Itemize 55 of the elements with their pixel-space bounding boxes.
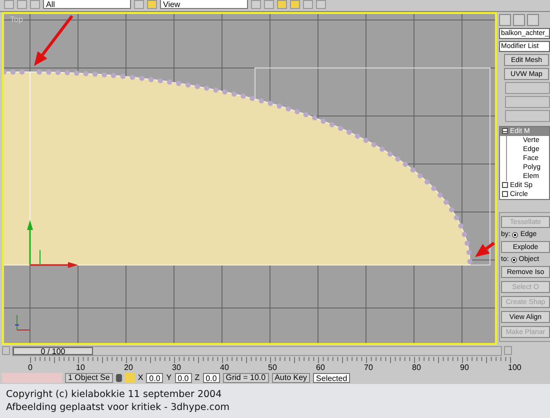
caption-line: Copyright (c) kielabokkie 11 september 2004 — [6, 388, 223, 401]
reference-coordinate-dropdown[interactable]: View — [160, 0, 248, 9]
coordinate-field[interactable]: 0.0 — [146, 372, 164, 383]
radio-button[interactable] — [510, 256, 517, 262]
panel-tab-icon[interactable] — [527, 14, 539, 26]
expand-icon[interactable] — [502, 182, 508, 188]
selection-filter-dropdown[interactable]: All — [43, 0, 131, 9]
previous-frame-button[interactable] — [2, 346, 10, 356]
expand-icon[interactable] — [502, 128, 508, 134]
transform-gizmo-drawing — [27, 220, 78, 268]
toolbar-tool-icon[interactable] — [30, 0, 40, 9]
radio-button[interactable] — [512, 232, 518, 238]
frame-number: 60 — [316, 362, 325, 372]
coordinate-field[interactable]: 0.0 — [174, 372, 192, 383]
auto-key-button[interactable]: Auto Key — [272, 372, 310, 383]
coordinate-field[interactable]: 0.0 — [202, 372, 220, 383]
axis-tripod-icon — [14, 314, 30, 330]
pointer-arrow — [475, 242, 495, 257]
toolbar-tool-icon[interactable] — [251, 0, 261, 9]
frame-number: 100 — [508, 362, 522, 372]
frame-number: 0 — [28, 362, 32, 372]
axis-label: X — [138, 373, 144, 382]
toolbar-tool-icon[interactable] — [147, 0, 157, 9]
toolbar-tool-icon[interactable] — [277, 0, 287, 9]
toolbar-tool-icon[interactable] — [4, 0, 14, 9]
axis-label: Y — [166, 373, 172, 382]
frame-number: 50 — [268, 362, 277, 372]
key-filter-dropdown[interactable]: Selected — [313, 372, 350, 383]
pointer-arrow — [34, 15, 74, 66]
empty-modifier-button[interactable] — [505, 82, 550, 94]
toolbar-tool-icon[interactable] — [134, 0, 144, 9]
maxscript-listener-field[interactable] — [2, 372, 62, 383]
caption-line: Afbeelding geplaatst voor kritiek - 3dhype.com — [6, 401, 231, 414]
toolbar-tool-icon[interactable] — [17, 0, 27, 9]
frame-number: 20 — [124, 362, 133, 372]
frame-number: 40 — [220, 362, 229, 372]
time-slider-thumb[interactable]: 0 / 100 — [13, 346, 93, 355]
frame-number: 70 — [364, 362, 373, 372]
expand-icon[interactable] — [502, 191, 508, 198]
selection-count: 1 Object Se — [65, 372, 113, 383]
toolbar-tool-icon[interactable] — [264, 0, 274, 9]
frame-number: 80 — [412, 362, 421, 372]
toolbar-tool-icon[interactable] — [303, 0, 313, 9]
panel-tab-icon[interactable] — [499, 14, 511, 26]
empty-modifier-button[interactable] — [505, 96, 550, 108]
panel-tab-icon[interactable] — [513, 14, 525, 26]
frame-number: 10 — [76, 362, 85, 372]
toolbar-tool-icon[interactable] — [316, 0, 326, 9]
toolbar-tool-icon[interactable] — [290, 0, 300, 9]
frame-number: 30 — [172, 362, 181, 372]
axis-label: Z — [194, 373, 200, 382]
next-frame-button[interactable] — [504, 346, 512, 356]
empty-modifier-button[interactable] — [505, 110, 550, 122]
grid-size: Grid = 10.0 — [222, 372, 269, 383]
frame-number: 90 — [460, 362, 469, 372]
